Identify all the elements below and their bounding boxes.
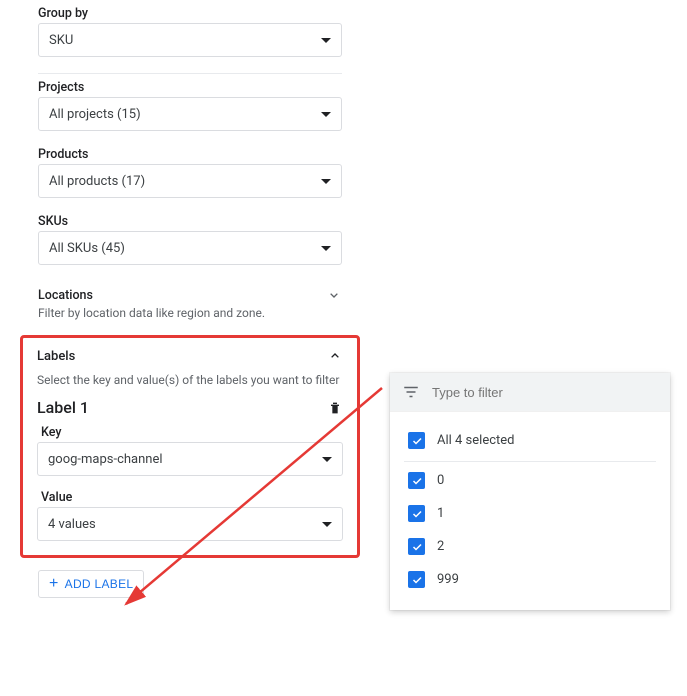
label-key-value: goog-maps-channel [48,452,163,467]
skus-label: SKUs [38,214,342,229]
group-by-value: SKU [49,33,73,48]
products-select[interactable]: All products (17) [38,164,342,198]
projects-field: Projects All projects (15) [38,80,342,131]
label-value-value: 4 values [48,517,96,532]
products-field: Products All products (17) [38,147,342,198]
plus-icon: + [49,578,59,590]
option-row[interactable]: 0 [404,464,656,497]
checkbox-checked-icon [408,505,425,522]
locations-header[interactable]: Locations [20,281,360,305]
labels-title: Labels [37,349,75,364]
value-filter-popup: All 4 selected 0 1 2 999 [390,373,670,610]
select-all-row[interactable]: All 4 selected [404,424,656,457]
popup-options: All 4 selected 0 1 2 999 [390,411,670,610]
option-label: 0 [437,473,444,488]
group-by-field: Group by SKU [38,6,342,57]
add-label-button[interactable]: + ADD LABEL [38,570,144,598]
products-value: All products (17) [49,174,145,189]
labels-desc: Select the key and value(s) of the label… [37,372,343,388]
projects-label: Projects [38,80,342,95]
caret-down-icon [321,112,331,117]
checkbox-checked-icon [408,571,425,588]
label-value-label: Value [41,490,343,505]
option-label: 1 [437,506,444,521]
locations-desc: Filter by location data like region and … [20,305,360,331]
divider [38,73,342,74]
labels-header[interactable]: Labels [37,348,343,364]
chevron-up-icon [327,348,343,364]
products-label: Products [38,147,342,162]
projects-value: All projects (15) [49,107,141,122]
caret-down-icon [321,179,331,184]
checkbox-checked-icon [408,538,425,555]
caret-down-icon [321,38,331,43]
option-label: 999 [437,572,459,587]
checkbox-checked-icon [408,432,425,449]
delete-label-button[interactable] [327,400,343,416]
filter-icon [402,383,420,401]
label-block-title: Label 1 [37,398,89,417]
select-all-label: All 4 selected [437,433,515,448]
option-label: 2 [437,539,444,554]
option-row[interactable]: 999 [404,563,656,596]
chevron-down-icon [326,287,342,303]
popup-filter-row [390,373,670,411]
skus-value: All SKUs (45) [49,241,125,256]
label-block-header: Label 1 [37,398,343,417]
skus-select[interactable]: All SKUs (45) [38,231,342,265]
checkbox-checked-icon [408,472,425,489]
skus-field: SKUs All SKUs (45) [38,214,342,265]
group-by-label: Group by [38,6,342,21]
option-row[interactable]: 2 [404,530,656,563]
caret-down-icon [322,522,332,527]
add-label-text: ADD LABEL [65,577,134,591]
label-key-label: Key [41,425,343,440]
caret-down-icon [321,246,331,251]
option-row[interactable]: 1 [404,497,656,530]
locations-title: Locations [38,288,93,303]
caret-down-icon [322,457,332,462]
group-by-select[interactable]: SKU [38,23,342,57]
popup-separator [404,461,656,462]
filters-panel: Group by SKU Projects All projects (15) … [20,0,360,598]
labels-section: Labels Select the key and value(s) of th… [20,335,360,558]
label-value-select[interactable]: 4 values [37,507,343,541]
filter-input[interactable] [430,384,658,401]
projects-select[interactable]: All projects (15) [38,97,342,131]
label-key-select[interactable]: goog-maps-channel [37,442,343,476]
